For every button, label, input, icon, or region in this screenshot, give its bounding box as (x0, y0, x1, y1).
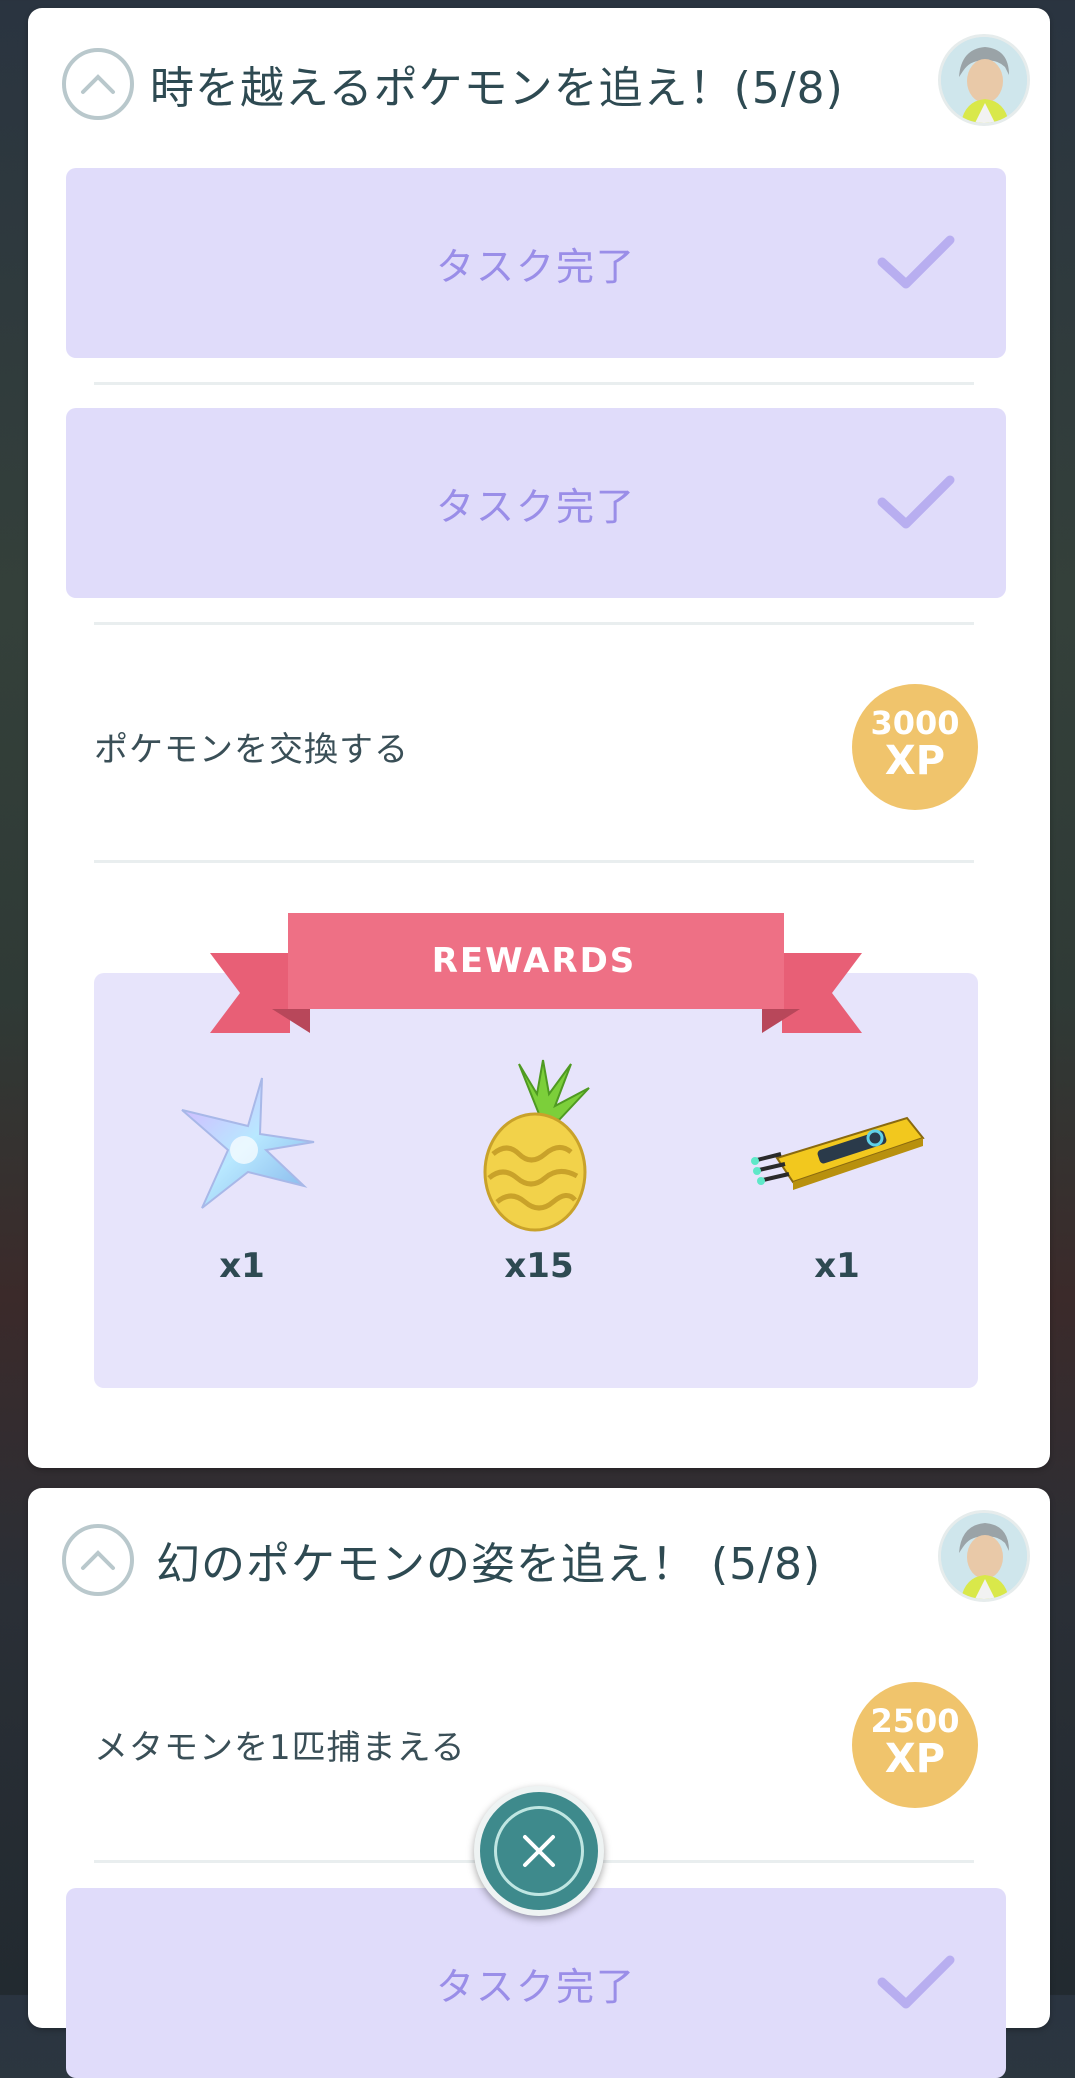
xp-amount: 3000 (870, 704, 960, 742)
divider (94, 860, 974, 863)
quest-card-2: 幻のポケモンの姿を追え！ (5/8) メタモンを1匹捕まえる 2500 XP タ… (28, 1488, 1050, 2078)
xp-unit: XP (884, 1736, 946, 1782)
xp-reward-badge: 3000 XP (852, 684, 978, 810)
checkmark-icon (877, 1955, 955, 2009)
xp-unit: XP (884, 738, 946, 784)
quest-card-1: 時を越えるポケモンを追え！(5/8) タスク完了 タスク完了 ポケモンを交換する… (28, 8, 1050, 1468)
professor-avatar (938, 34, 1030, 126)
task-description: メタモンを1匹捕まえる (94, 1728, 466, 1768)
xp-amount: 2500 (870, 1702, 960, 1740)
xp-reward-badge: 2500 XP (852, 1682, 978, 1808)
task-completed-banner: タスク完了 (66, 408, 1006, 598)
tm-charged-attack-icon (737, 1068, 937, 1228)
task-completed-label: タスク完了 (435, 1964, 636, 2009)
reward-quantity: x15 (504, 1246, 574, 1286)
divider (94, 622, 974, 625)
reward-quantity: x1 (219, 1246, 265, 1286)
reward-quantity: x1 (814, 1246, 860, 1286)
collapse-button[interactable] (62, 1524, 134, 1596)
collapse-button[interactable] (62, 48, 134, 120)
chevron-up-icon (81, 74, 115, 94)
rewards-ribbon: REWARDS (210, 913, 862, 1043)
task-completed-banner: タスク完了 (66, 168, 1006, 358)
checkmark-icon (877, 475, 955, 529)
reward-item: x15 (439, 1059, 639, 1286)
checkmark-icon (877, 235, 955, 289)
close-icon (523, 1835, 555, 1867)
task-completed-label: タスク完了 (435, 244, 636, 289)
reward-item: x1 (142, 1068, 342, 1286)
chevron-up-icon (81, 1550, 115, 1570)
task-description: ポケモンを交換する (94, 730, 409, 770)
rewards-banner-label: REWARDS (431, 941, 637, 981)
quest-title: 時を越えるポケモンを追え！(5/8) (150, 63, 844, 114)
divider (94, 382, 974, 385)
mega-energy-crystal-icon (142, 1068, 342, 1228)
reward-item: x1 (737, 1068, 937, 1286)
golden-pinap-berry-icon (439, 1059, 639, 1232)
quest-title: 幻のポケモンの姿を追え！ (5/8) (156, 1539, 822, 1590)
task-completed-label: タスク完了 (435, 484, 636, 529)
professor-avatar (938, 1510, 1030, 1602)
task-completed-banner: タスク完了 (66, 1888, 1006, 2078)
close-button[interactable] (474, 1786, 604, 1916)
